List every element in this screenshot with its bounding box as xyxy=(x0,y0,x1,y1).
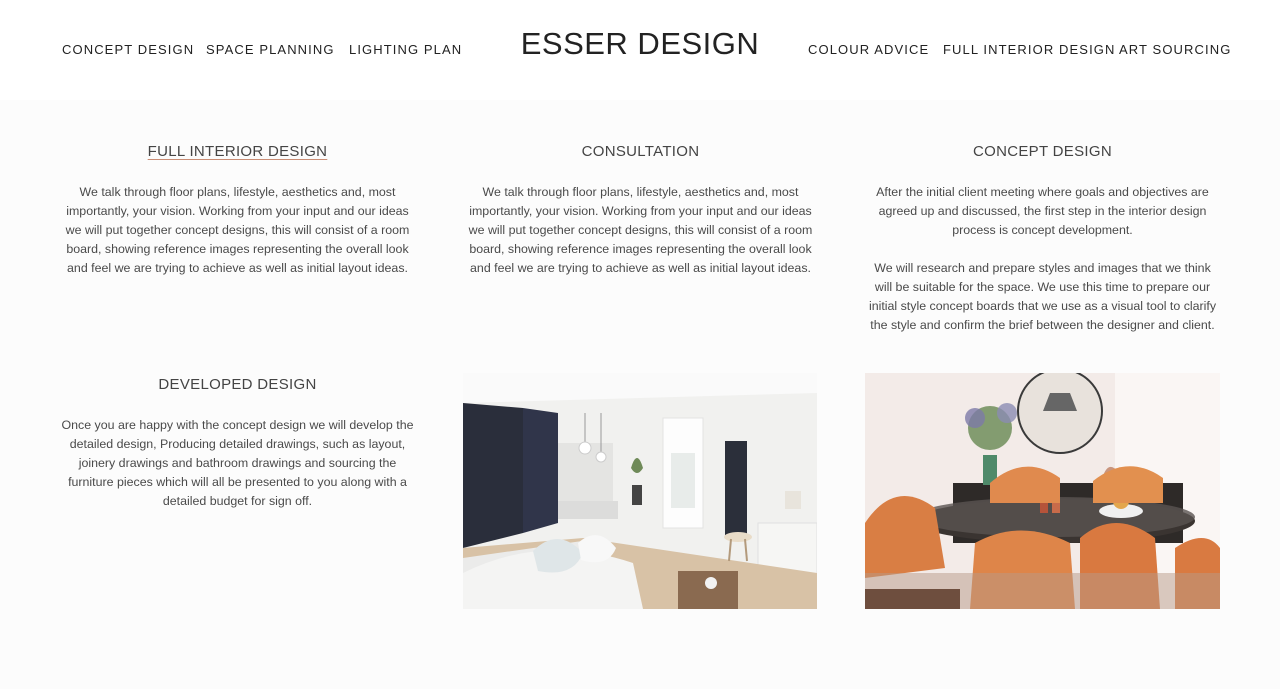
developed-design-title: DEVELOPED DESIGN xyxy=(158,376,317,393)
developed-design-text: Once you are happy with the concept desi… xyxy=(61,418,414,508)
dining-room-photo xyxy=(865,373,1220,609)
kitchen-living-photo xyxy=(463,373,817,609)
concept-design-section: CONCEPT DESIGN After the initial client … xyxy=(865,143,1220,335)
site-header: CONCEPT DESIGN SPACE PLANNING LIGHTING P… xyxy=(0,0,1280,100)
concept-design-text-2: We will research and prepare styles and … xyxy=(868,261,1217,332)
concept-design-title: CONCEPT DESIGN xyxy=(973,143,1112,160)
full-interior-design-text: We talk through floor plans, lifestyle, … xyxy=(65,185,410,275)
consultation-section: CONSULTATION We talk through floor plans… xyxy=(463,143,818,278)
developed-design-section: DEVELOPED DESIGN Once you are happy with… xyxy=(60,376,415,511)
consultation-text: We talk through floor plans, lifestyle, … xyxy=(468,185,813,275)
consultation-title: CONSULTATION xyxy=(581,143,700,160)
full-interior-design-section: FULL INTERIOR DESIGN We talk through flo… xyxy=(60,143,415,278)
site-logo[interactable]: ESSER DESIGN xyxy=(0,26,1280,62)
concept-design-text-1: After the initial client meeting where g… xyxy=(876,185,1209,237)
full-interior-design-title[interactable]: FULL INTERIOR DESIGN xyxy=(60,143,415,160)
